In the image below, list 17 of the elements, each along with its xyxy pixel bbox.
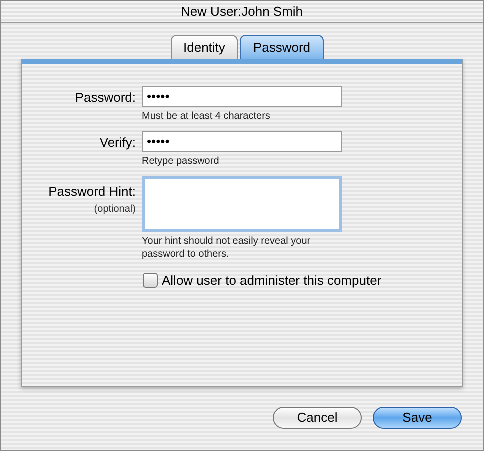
hint-field[interactable] <box>142 176 342 232</box>
checkbox[interactable] <box>143 273 158 288</box>
field-sublabel: (optional) <box>94 202 136 216</box>
help-text: Retype password <box>142 155 220 168</box>
field-label: Password Hint: <box>48 183 136 201</box>
tab[interactable]: Identity <box>170 35 238 59</box>
help-text: Your hint should not easily reveal your password to others. <box>142 235 312 261</box>
password-field[interactable]: ••••• <box>142 131 342 152</box>
field-label: Password: <box>75 89 136 107</box>
dialog-button[interactable]: Save <box>373 407 462 429</box>
tab[interactable]: Password <box>240 35 324 59</box>
field-label: Verify: <box>100 134 136 152</box>
password-field[interactable]: ••••• <box>142 86 342 107</box>
checkbox-label: Allow user to administer this computer <box>162 272 382 290</box>
help-text: Must be at least 4 characters <box>142 110 272 123</box>
dialog-button[interactable]: Cancel <box>273 407 362 429</box>
window-title: New User:John Smih <box>180 2 304 21</box>
